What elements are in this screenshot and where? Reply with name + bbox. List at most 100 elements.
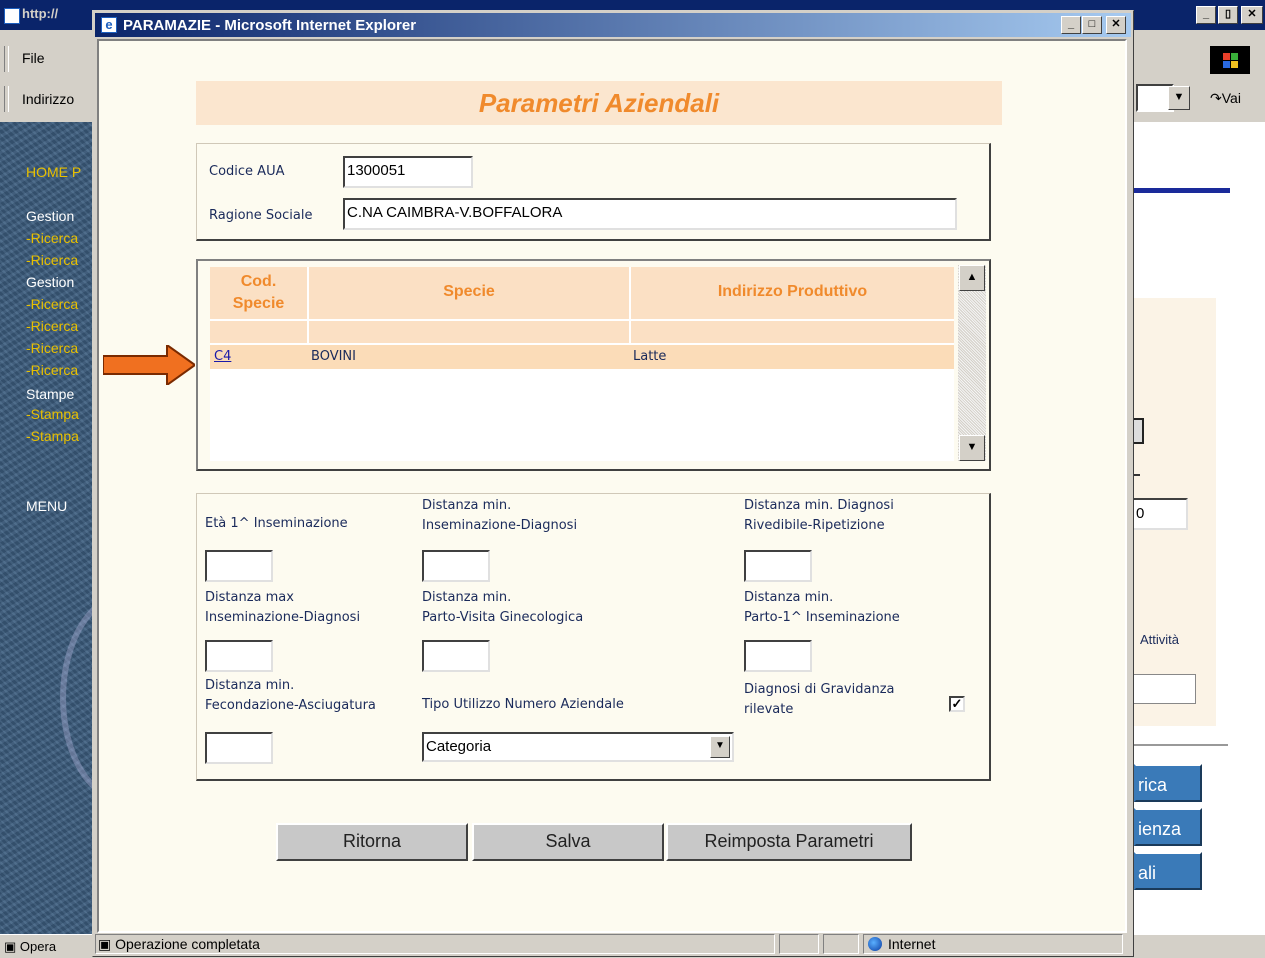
dist-min-parto-visita-label-1: Distanza min. xyxy=(422,590,512,605)
menu-file[interactable]: File xyxy=(22,50,45,66)
dist-min-ins-diag-label-1: Distanza min. xyxy=(422,498,512,513)
ritorna-button[interactable]: Ritorna xyxy=(276,823,468,861)
dist-min-fec-input[interactable] xyxy=(205,732,273,764)
column-divider xyxy=(307,321,309,343)
popup-title: PARAMAZIE - Microsoft Internet Explorer xyxy=(123,17,417,34)
header-indirizzo-produttivo: Indirizzo Produttivo xyxy=(717,283,868,300)
codice-aua-input[interactable]: 1300051 xyxy=(343,156,473,188)
dist-min-diag-riv-label-2: Rivedibile-Ripetizione xyxy=(744,518,885,533)
zone-pane: Internet xyxy=(863,934,1123,954)
sidebar-item-home[interactable]: HOME P xyxy=(26,164,81,180)
windows-logo-icon xyxy=(1210,46,1250,74)
eta-label: Età 1^ Inseminazione xyxy=(205,516,348,531)
dist-min-ins-diag-input[interactable] xyxy=(422,550,490,582)
dist-max-label-2: Inseminazione-Diagnosi xyxy=(205,610,361,625)
dist-max-label-1: Distanza max xyxy=(205,590,294,605)
sidebar-item[interactable]: -Ricerca xyxy=(26,296,78,312)
sidebar-item[interactable]: -Ricerca xyxy=(26,230,78,246)
ie-icon: e xyxy=(101,17,117,33)
sidebar-heading: Gestion xyxy=(26,274,75,290)
table-header: Cod. Specie Specie Indirizzo Produttivo xyxy=(210,267,954,347)
toolbar-grip xyxy=(4,46,9,72)
check-icon: ✓ xyxy=(951,696,963,711)
scroll-up-button[interactable]: ▲ xyxy=(959,265,985,291)
status-pane xyxy=(823,934,859,954)
header-specie: Specie xyxy=(443,283,495,300)
minimize-button[interactable]: _ xyxy=(1196,6,1216,24)
ie-page-icon: ▣ xyxy=(4,939,17,954)
dist-min-fec-label-1: Distanza min. xyxy=(205,678,295,693)
address-label: Indirizzo xyxy=(22,91,75,107)
attivita-label: Attività xyxy=(1140,632,1180,647)
diagnosi-label-2: rilevate xyxy=(744,702,794,717)
sidebar-item[interactable]: -Ricerca xyxy=(26,362,78,378)
go-button[interactable]: ↷Vai xyxy=(1210,90,1241,107)
dist-min-parto-visita-label-2: Parto-Visita Ginecologica xyxy=(422,610,584,625)
sidebar: HOME P Gestion -Ricerca -Ricerca Gestion… xyxy=(0,122,92,934)
status-text-pane: ▣ Operazione completata xyxy=(95,934,775,954)
dist-min-parto-visita-input[interactable] xyxy=(422,640,490,672)
popup-maximize-button[interactable]: □ xyxy=(1082,16,1102,34)
fragment-input-2[interactable] xyxy=(1134,674,1196,704)
diagnosi-checkbox[interactable]: ✓ xyxy=(949,696,965,712)
address-dropdown-button[interactable]: ▼ xyxy=(1168,86,1190,110)
tipo-utilizzo-select[interactable]: Categoria ▼ xyxy=(422,732,734,762)
table-spacer-row xyxy=(210,321,954,343)
address-bar: Indirizzo xyxy=(0,82,96,118)
background-page-right: 0 Attività rica ienza ali xyxy=(1134,122,1265,934)
popup-content: Parametri Aziendali Codice AUA 1300051 R… xyxy=(97,39,1127,933)
popup-close-button[interactable]: ✕ xyxy=(1106,16,1126,34)
tipo-utilizzo-value: Categoria xyxy=(426,738,492,755)
page-title-band: Parametri Aziendali xyxy=(196,81,1002,125)
eta-input[interactable] xyxy=(205,550,273,582)
salva-button[interactable]: Salva xyxy=(472,823,664,861)
dist-max-input[interactable] xyxy=(205,640,273,672)
divider-line xyxy=(1134,744,1228,746)
dist-min-diag-riv-input[interactable] xyxy=(744,550,812,582)
background-status-text: ▣ Opera xyxy=(4,939,56,955)
chevron-down-icon[interactable]: ▼ xyxy=(710,736,730,758)
fragment-input[interactable]: 0 xyxy=(1134,498,1188,530)
table-row[interactable]: C4 BOVINI Latte xyxy=(210,345,954,369)
cod-specie-link[interactable]: C4 xyxy=(214,349,231,364)
go-arrow-icon: ↷ xyxy=(1210,90,1222,106)
sidebar-heading: Stampe xyxy=(26,386,75,402)
fragment-button-1[interactable]: rica xyxy=(1134,764,1202,802)
tipo-utilizzo-label: Tipo Utilizzo Numero Aziendale xyxy=(422,697,624,712)
sidebar-item[interactable]: -Ricerca xyxy=(26,340,78,356)
close-button[interactable]: ✕ xyxy=(1241,6,1263,24)
popup-minimize-button[interactable]: _ xyxy=(1061,16,1081,34)
page-title: Parametri Aziendali xyxy=(478,88,720,118)
sidebar-item[interactable]: -Ricerca xyxy=(26,318,78,334)
specie-cell: BOVINI xyxy=(311,349,356,364)
go-label: Vai xyxy=(1221,90,1241,106)
table-scrollbar[interactable]: ▲ ▼ xyxy=(958,265,986,461)
codice-aua-label: Codice AUA xyxy=(209,164,285,179)
popup-window: e PARAMAZIE - Microsoft Internet Explore… xyxy=(92,10,1134,957)
popup-title-bar[interactable]: e PARAMAZIE - Microsoft Internet Explore… xyxy=(95,13,1131,37)
dist-min-parto-ins-label-2: Parto-1^ Inseminazione xyxy=(744,610,900,625)
diagnosi-label-1: Diagnosi di Gravidanza xyxy=(744,682,895,697)
sidebar-watermark xyxy=(60,592,92,804)
background-status-label: Opera xyxy=(19,939,57,954)
maximize-button[interactable]: ▯ xyxy=(1218,6,1238,24)
sidebar-menu-label: MENU xyxy=(26,498,68,514)
sidebar-item[interactable]: -Stampa xyxy=(26,406,79,422)
dist-min-parto-ins-input[interactable] xyxy=(744,640,812,672)
parametri-panel: Età 1^ Inseminazione Distanza min. Insem… xyxy=(196,493,991,781)
popup-status-bar: ▣ Operazione completata Internet xyxy=(95,933,1131,955)
fragment-dot xyxy=(1134,474,1140,476)
sidebar-item[interactable]: -Ricerca xyxy=(26,252,78,268)
zone-text: Internet xyxy=(888,936,936,952)
header-cod-specie: Cod. Specie xyxy=(232,273,285,312)
dist-min-ins-diag-label-2: Inseminazione-Diagnosi xyxy=(422,518,578,533)
ragione-sociale-input[interactable]: C.NA CAIMBRA-V.BOFFALORA xyxy=(343,198,957,230)
ie-page-icon: ▣ xyxy=(98,936,112,952)
menu-bar: File xyxy=(0,44,96,76)
scroll-down-button[interactable]: ▼ xyxy=(959,435,985,461)
sidebar-item[interactable]: -Stampa xyxy=(26,428,79,444)
fragment-button-3[interactable]: ali xyxy=(1134,852,1202,890)
reimposta-parametri-button[interactable]: Reimposta Parametri xyxy=(666,823,912,861)
indirizzo-cell: Latte xyxy=(633,349,667,364)
fragment-button-2[interactable]: ienza xyxy=(1134,808,1202,846)
